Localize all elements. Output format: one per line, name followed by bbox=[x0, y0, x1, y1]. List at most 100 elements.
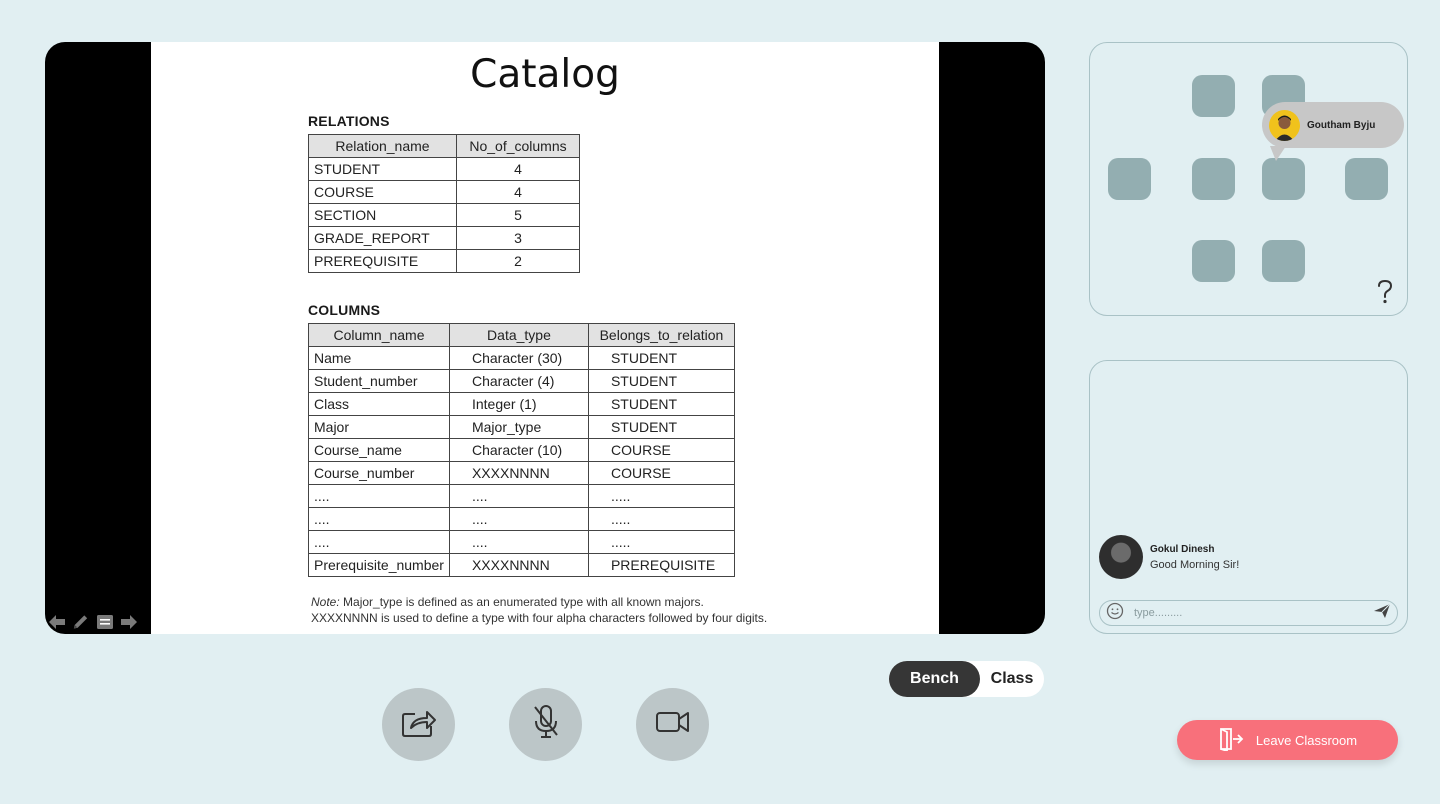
table-cell: SECTION bbox=[308, 203, 457, 227]
table-row: ............. bbox=[308, 530, 735, 554]
table-cell: Character (10) bbox=[448, 438, 589, 462]
relations-table: Relation_name No_of_columns STUDENT 4 COU… bbox=[308, 134, 580, 273]
leave-label: Leave Classroom bbox=[1255, 732, 1358, 748]
seat[interactable] bbox=[1192, 158, 1235, 200]
table-cell: Major bbox=[308, 415, 450, 439]
table-row: STUDENT 4 bbox=[308, 157, 580, 181]
arrow-right-icon[interactable] bbox=[119, 612, 138, 631]
arrow-left-icon[interactable] bbox=[47, 612, 66, 631]
table-cell: .... bbox=[308, 530, 450, 554]
table-cell: .... bbox=[448, 484, 589, 508]
table-row: SECTION 5 bbox=[308, 203, 580, 227]
table-cell: STUDENT bbox=[587, 392, 735, 416]
note-line-2: XXXXNNNN is used to define a type with f… bbox=[311, 611, 768, 625]
mute-button[interactable] bbox=[509, 688, 582, 761]
columns-header: Data_type bbox=[448, 323, 589, 347]
send-icon[interactable] bbox=[1373, 603, 1391, 624]
table-row: Student_number Character (4) STUDENT bbox=[308, 369, 735, 393]
view-toggle: Bench Class bbox=[889, 661, 1044, 697]
table-cell: ..... bbox=[587, 484, 735, 508]
slide-title: Catalog bbox=[470, 52, 620, 97]
table-cell: GRADE_REPORT bbox=[308, 226, 457, 250]
table-cell: STUDENT bbox=[308, 157, 457, 181]
slide-toolbar bbox=[47, 612, 138, 631]
exit-door-icon bbox=[1218, 727, 1244, 754]
table-row: Name Character (30) STUDENT bbox=[308, 346, 735, 370]
smiley-icon[interactable] bbox=[1106, 602, 1124, 625]
table-row: ............. bbox=[308, 507, 735, 531]
note-label: Note: bbox=[311, 595, 340, 609]
table-cell: .... bbox=[448, 530, 589, 554]
table-cell: STUDENT bbox=[587, 369, 735, 393]
message-sender: Gokul Dinesh bbox=[1150, 543, 1215, 555]
table-cell: ..... bbox=[587, 530, 735, 554]
table-row: Prerequisite_number XXXXNNNN PREREQUISITE bbox=[308, 553, 735, 577]
table-cell: XXXXNNNN bbox=[448, 553, 589, 577]
video-button[interactable] bbox=[636, 688, 709, 761]
seat[interactable] bbox=[1192, 75, 1235, 117]
video-camera-icon bbox=[655, 709, 691, 740]
leave-classroom-button[interactable]: Leave Classroom bbox=[1177, 720, 1398, 760]
share-screen-button[interactable] bbox=[382, 688, 455, 761]
table-cell: XXXXNNNN bbox=[448, 461, 589, 485]
columns-header: Column_name bbox=[308, 323, 450, 347]
notes-icon[interactable] bbox=[95, 612, 114, 631]
table-cell: Course_name bbox=[308, 438, 450, 462]
chat-input[interactable] bbox=[1134, 607, 1373, 619]
relations-heading: RELATIONS bbox=[308, 113, 390, 129]
note-line-1: Major_type is defined as an enumerated t… bbox=[339, 595, 704, 609]
table-row: Class Integer (1) STUDENT bbox=[308, 392, 735, 416]
table-cell: STUDENT bbox=[587, 415, 735, 439]
table-cell: 2 bbox=[456, 249, 580, 273]
chat-input-bar bbox=[1099, 600, 1398, 626]
table-cell: .... bbox=[308, 484, 450, 508]
table-cell: 5 bbox=[456, 203, 580, 227]
seat[interactable] bbox=[1108, 158, 1151, 200]
relations-header: Relation_name bbox=[308, 134, 457, 158]
columns-header: Belongs_to_relation bbox=[587, 323, 735, 347]
toggle-class[interactable]: Class bbox=[980, 661, 1044, 697]
tooltip-username: Goutham Byju bbox=[1307, 119, 1376, 131]
mic-off-icon bbox=[532, 704, 560, 745]
table-cell: Course_number bbox=[308, 461, 450, 485]
avatar bbox=[1099, 535, 1143, 579]
table-row: PREREQUISITE 2 bbox=[308, 249, 580, 273]
seat-user-tooltip: Goutham Byju bbox=[1262, 102, 1404, 161]
share-screen-icon bbox=[401, 706, 437, 743]
seating-panel: Goutham Byju bbox=[1089, 42, 1408, 316]
toggle-bench[interactable]: Bench bbox=[889, 661, 980, 697]
question-mark-icon[interactable] bbox=[1376, 279, 1394, 305]
table-cell: 4 bbox=[456, 157, 580, 181]
table-cell: .... bbox=[308, 507, 450, 531]
table-cell: Character (4) bbox=[448, 369, 589, 393]
seat[interactable] bbox=[1262, 158, 1305, 200]
table-cell: PREREQUISITE bbox=[308, 249, 457, 273]
table-cell: 3 bbox=[456, 226, 580, 250]
avatar bbox=[1269, 109, 1300, 141]
table-cell: Prerequisite_number bbox=[308, 553, 450, 577]
message-text: Good Morning Sir! bbox=[1150, 558, 1240, 571]
table-cell: ..... bbox=[587, 507, 735, 531]
chat-message: Gokul Dinesh Good Morning Sir! bbox=[1099, 535, 1239, 579]
table-cell: Integer (1) bbox=[448, 392, 589, 416]
pencil-icon[interactable] bbox=[71, 612, 90, 631]
table-cell: COURSE bbox=[308, 180, 457, 204]
table-row: COURSE 4 bbox=[308, 180, 580, 204]
columns-heading: COLUMNS bbox=[308, 302, 381, 318]
chat-panel: Gokul Dinesh Good Morning Sir! bbox=[1089, 360, 1408, 634]
seat[interactable] bbox=[1262, 240, 1305, 282]
relations-header: No_of_columns bbox=[456, 134, 580, 158]
table-cell: Character (30) bbox=[448, 346, 589, 370]
table-cell: Name bbox=[308, 346, 450, 370]
table-cell: COURSE bbox=[587, 461, 735, 485]
slide: Catalog RELATIONS Relation_name No_of_co… bbox=[151, 42, 939, 634]
columns-table: Column_name Data_type Belongs_to_relatio… bbox=[308, 323, 735, 577]
table-cell: Major_type bbox=[448, 415, 589, 439]
table-row: ............. bbox=[308, 484, 735, 508]
table-cell: Class bbox=[308, 392, 450, 416]
seat[interactable] bbox=[1345, 158, 1388, 200]
table-cell: Student_number bbox=[308, 369, 450, 393]
table-row: Course_name Character (10) COURSE bbox=[308, 438, 735, 462]
seat[interactable] bbox=[1192, 240, 1235, 282]
table-row: Major Major_type STUDENT bbox=[308, 415, 735, 439]
